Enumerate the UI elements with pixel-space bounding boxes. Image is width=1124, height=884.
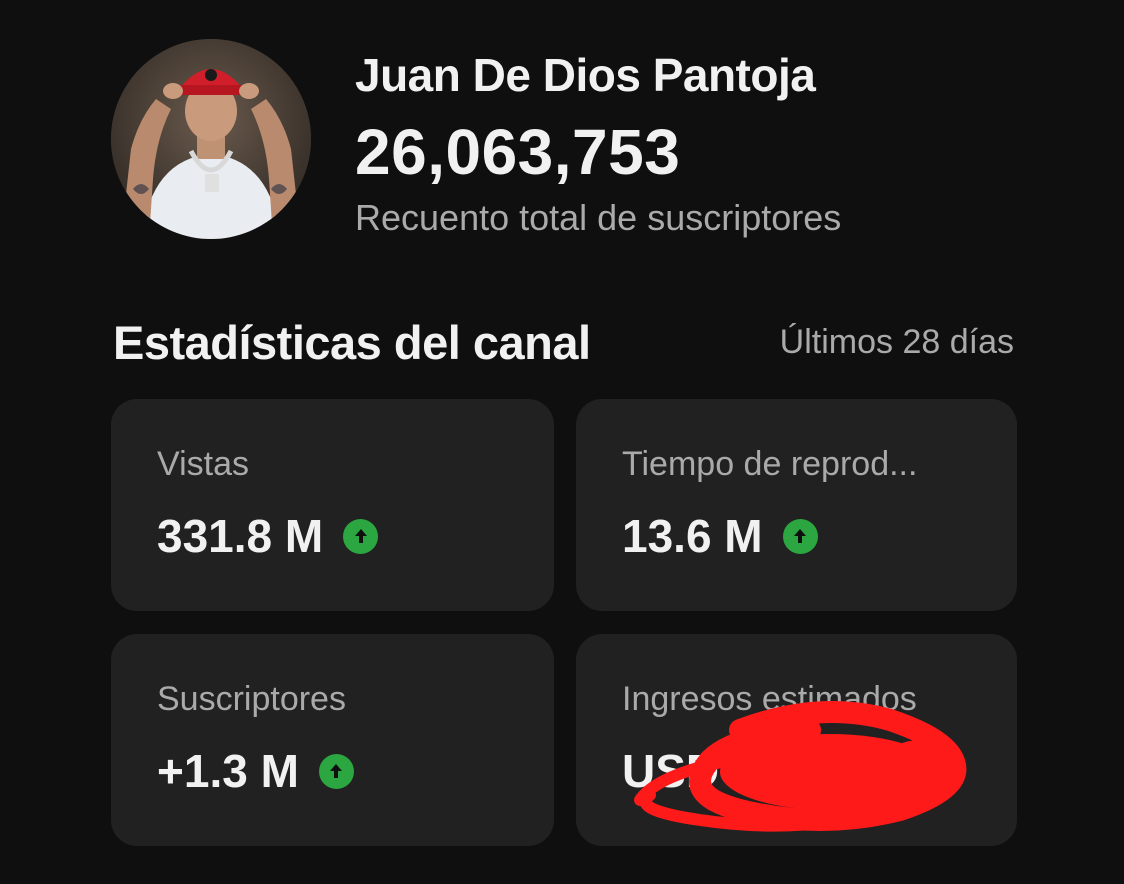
stat-card-watch-time[interactable]: Tiempo de reprod... 13.6 M (576, 399, 1017, 611)
stat-card-value-row: USD (622, 744, 719, 798)
stat-card-views[interactable]: Vistas 331.8 M (111, 399, 554, 611)
stat-card-label: Ingresos estimados (622, 680, 917, 718)
arrow-up-circle-icon (343, 518, 379, 554)
channel-stats-screen: Juan De Dios Pantoja 26,063,753 Recuento… (0, 0, 1124, 884)
arrow-up-circle-icon (318, 753, 354, 789)
section-title: Estadísticas del canal (113, 316, 591, 369)
stat-card-label: Vistas (157, 445, 249, 483)
stat-card-value: +1.3 M (157, 745, 299, 797)
subscriber-caption: Recuento total de suscriptores (355, 197, 842, 238)
stat-card-value: 331.8 M (157, 510, 324, 562)
period-label[interactable]: Últimos 28 días (780, 323, 1014, 362)
stat-card-value-row: 13.6 M (622, 509, 818, 563)
stat-card-value: USD (622, 745, 720, 797)
stat-card-label: Suscriptores (157, 680, 346, 718)
arrow-up-circle-icon (782, 518, 818, 554)
stat-card-label: Tiempo de reprod... (622, 445, 918, 483)
stat-card-value-row: +1.3 M (157, 744, 354, 798)
stat-card-value: 13.6 M (622, 510, 763, 562)
avatar-photo (111, 39, 311, 239)
channel-name: Juan De Dios Pantoja (355, 49, 816, 101)
channel-avatar[interactable] (111, 39, 311, 239)
stat-card-value-row: 331.8 M (157, 509, 379, 563)
stat-card-subscribers[interactable]: Suscriptores +1.3 M (111, 634, 554, 846)
subscriber-total: 26,063,753 (355, 116, 681, 188)
stat-card-revenue[interactable]: Ingresos estimados USD (576, 634, 1017, 846)
